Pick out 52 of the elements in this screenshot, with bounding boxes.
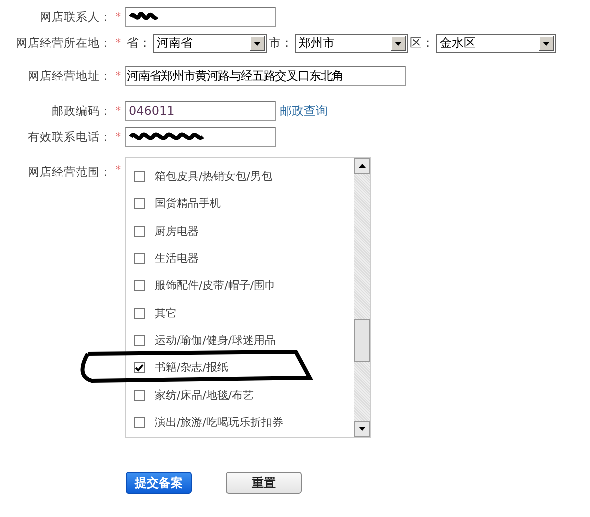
checkbox-label[interactable]: 书籍/杂志/报纸 [155, 360, 228, 376]
checkbox-label[interactable]: 家纺/床品/地毯/布艺 [155, 388, 254, 403]
dropdown-arrow-icon [543, 42, 550, 46]
required-mark: * [115, 165, 122, 176]
dropdown-arrow-icon [395, 42, 402, 46]
checkbox-label[interactable]: 生活电器 [155, 251, 199, 266]
field-label: 邮政编码： [51, 104, 112, 118]
required-mark: * [115, 106, 122, 116]
checkbox[interactable] [134, 171, 145, 182]
checkbox[interactable] [134, 416, 145, 428]
field-label: 网店经营范围： [27, 165, 112, 180]
select-label: 省： [127, 35, 151, 52]
select-label: 区： [410, 35, 434, 52]
checkbox[interactable] [134, 390, 145, 401]
reset-button[interactable]: 重置 [226, 472, 302, 494]
checkbox[interactable] [134, 334, 145, 346]
postcode-lookup-link[interactable]: 邮政查询 [280, 102, 328, 120]
checkbox-label[interactable]: 箱包皮具/热销女包/男包 [155, 169, 272, 184]
field-label: 有效联系电话： [27, 130, 112, 144]
required-mark: * [115, 38, 122, 49]
checkbox-label[interactable]: 运动/瑜伽/健身/球迷用品 [155, 332, 276, 348]
dropdown[interactable]: 河南省 [153, 34, 267, 53]
checkbox-label[interactable]: 服饰配件/皮带/帽子/围巾 [155, 278, 276, 294]
select-label: 市： [269, 35, 293, 52]
checkbox-label[interactable]: 其它 [155, 306, 177, 321]
checkbox[interactable] [134, 308, 145, 319]
checkbox[interactable] [134, 280, 145, 292]
dropdown[interactable]: 金水区 [436, 34, 556, 53]
checkbox-label[interactable]: 厨房电器 [155, 224, 199, 239]
name-field[interactable] [125, 7, 276, 27]
dropdown-arrow-icon [254, 42, 261, 46]
phone-field[interactable] [125, 127, 276, 147]
address-field[interactable]: 河南省郑州市黄河路与经五路交叉口东北角 [125, 66, 406, 86]
field-label: 网店经营所在地： [15, 36, 112, 51]
checkbox[interactable] [134, 226, 145, 237]
submit-button[interactable]: 提交备案 [126, 472, 192, 494]
checkbox-label[interactable]: 演出/旅游/吃喝玩乐折扣券 [155, 414, 284, 430]
required-mark: * [115, 12, 122, 22]
checkbox[interactable] [134, 253, 145, 264]
field-label: 网店联系人： [39, 10, 112, 24]
scrollbar[interactable] [354, 158, 370, 437]
scroll-down-arrow-icon[interactable] [358, 427, 366, 431]
scroll-thumb[interactable] [354, 319, 370, 362]
required-mark: * [115, 132, 122, 142]
postcode-field[interactable]: 046011 [125, 101, 276, 121]
required-mark: * [115, 70, 122, 82]
scroll-up-arrow-icon[interactable] [358, 164, 366, 168]
checkbox[interactable] [134, 198, 145, 210]
field-label: 网店经营地址： [27, 68, 112, 84]
checkbox-label[interactable]: 国货精品手机 [155, 196, 221, 212]
checkbox[interactable] [134, 362, 145, 374]
dropdown[interactable]: 郑州市 [295, 34, 408, 53]
